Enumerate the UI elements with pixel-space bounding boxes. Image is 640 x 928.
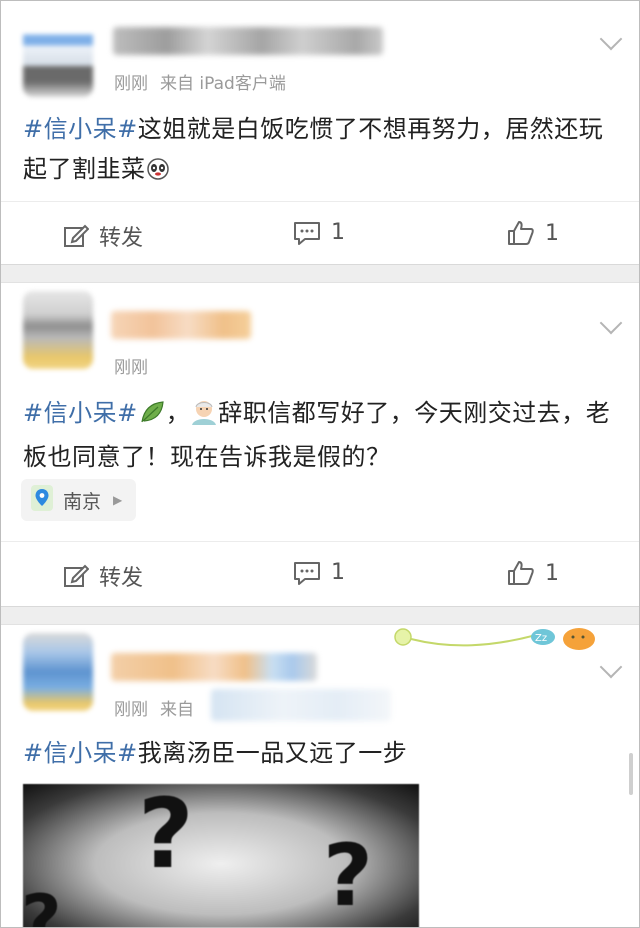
like-button[interactable]: 1 <box>507 220 559 246</box>
post-meta: 刚刚 来自 iPad客户端 <box>114 69 298 94</box>
comment-icon <box>293 561 321 585</box>
post-time: 刚刚 <box>114 358 148 378</box>
action-bar: 转发 1 1 <box>1 201 639 266</box>
username[interactable] <box>111 653 317 681</box>
like-count: 1 <box>545 560 559 586</box>
post-source: 来自 <box>160 700 194 720</box>
post-image[interactable]: ? ? ? <box>23 784 419 928</box>
comment-button[interactable]: 1 <box>293 220 345 245</box>
comment-icon <box>293 221 321 245</box>
old-man-emoji <box>190 397 218 437</box>
hashtag-link[interactable]: #信小呆# <box>23 399 138 427</box>
post-body: 我离汤臣一品又远了一步 <box>137 739 408 767</box>
post-meta: 刚刚 来自 <box>114 695 206 720</box>
post-text: #信小呆#，辞职信都写好了，今天刚交过去，老板也同意了！现在告诉我是假的？ <box>23 393 621 477</box>
like-count: 1 <box>545 220 559 246</box>
panda-emoji <box>146 153 170 193</box>
action-bar: 转发 1 1 <box>1 541 639 606</box>
chevron-down-icon[interactable] <box>599 311 623 335</box>
repost-label: 转发 <box>99 226 144 251</box>
source-blur <box>211 689 391 721</box>
post-time: 刚刚 <box>114 74 148 94</box>
comment-count: 1 <box>331 220 345 245</box>
hashtag-link[interactable]: #信小呆# <box>23 115 138 143</box>
post-punctuation: ， <box>165 399 191 427</box>
comment-count: 1 <box>331 560 345 585</box>
repost-button[interactable]: 转发 <box>63 220 143 252</box>
repost-label: 转发 <box>99 566 144 591</box>
username[interactable] <box>111 311 251 339</box>
avatar[interactable] <box>23 291 93 369</box>
repost-button[interactable]: 转发 <box>63 560 143 592</box>
post-time: 刚刚 <box>114 700 148 720</box>
thumbs-up-icon <box>507 220 535 246</box>
weibo-feed: 刚刚 来自 iPad客户端 #信小呆#这姐就是白饭吃惯了不想再努力，居然还玩起了割… <box>0 0 640 928</box>
scrollbar[interactable] <box>629 753 633 795</box>
like-button[interactable]: 1 <box>507 560 559 586</box>
question-mark-glyph: ? <box>23 880 62 928</box>
username[interactable] <box>113 27 383 55</box>
post-1: 刚刚 来自 iPad客户端 #信小呆#这姐就是白饭吃惯了不想再努力，居然还玩起了割… <box>1 1 639 263</box>
svg-text:Zz: Zz <box>535 633 547 644</box>
post-meta: 刚刚 <box>114 353 160 378</box>
hashtag-link[interactable]: #信小呆# <box>23 739 138 767</box>
feed-separator <box>1 264 639 283</box>
location-pin-icon <box>31 484 53 516</box>
post-2: 刚刚 #信小呆#，辞职信都写好了，今天刚交过去，老板也同意了！现在告诉我是假的？… <box>1 283 639 605</box>
chevron-down-icon[interactable] <box>599 655 623 679</box>
avatar[interactable] <box>23 19 93 97</box>
edit-icon <box>63 224 89 248</box>
comment-button[interactable]: 1 <box>293 560 345 585</box>
chevron-down-icon[interactable] <box>599 27 623 51</box>
edit-icon <box>63 564 89 588</box>
location-tag[interactable]: 南京 ▶ <box>21 479 137 521</box>
avatar[interactable] <box>23 633 93 711</box>
post-text: #信小呆#这姐就是白饭吃惯了不想再努力，居然还玩起了割韭菜 <box>23 109 621 193</box>
post-text: #信小呆#我离汤臣一品又远了一步 <box>23 733 621 773</box>
feed-separator <box>1 606 639 625</box>
post-source: 来自 iPad客户端 <box>160 74 286 94</box>
thumbs-up-icon <box>507 560 535 586</box>
location-arrow-icon: ▶ <box>113 493 123 507</box>
location-name: 南京 <box>63 490 102 513</box>
question-mark-glyph: ? <box>138 784 194 890</box>
card-decoration: Zz <box>391 625 601 657</box>
leaf-emoji <box>138 397 166 437</box>
question-mark-glyph: ? <box>323 826 373 926</box>
